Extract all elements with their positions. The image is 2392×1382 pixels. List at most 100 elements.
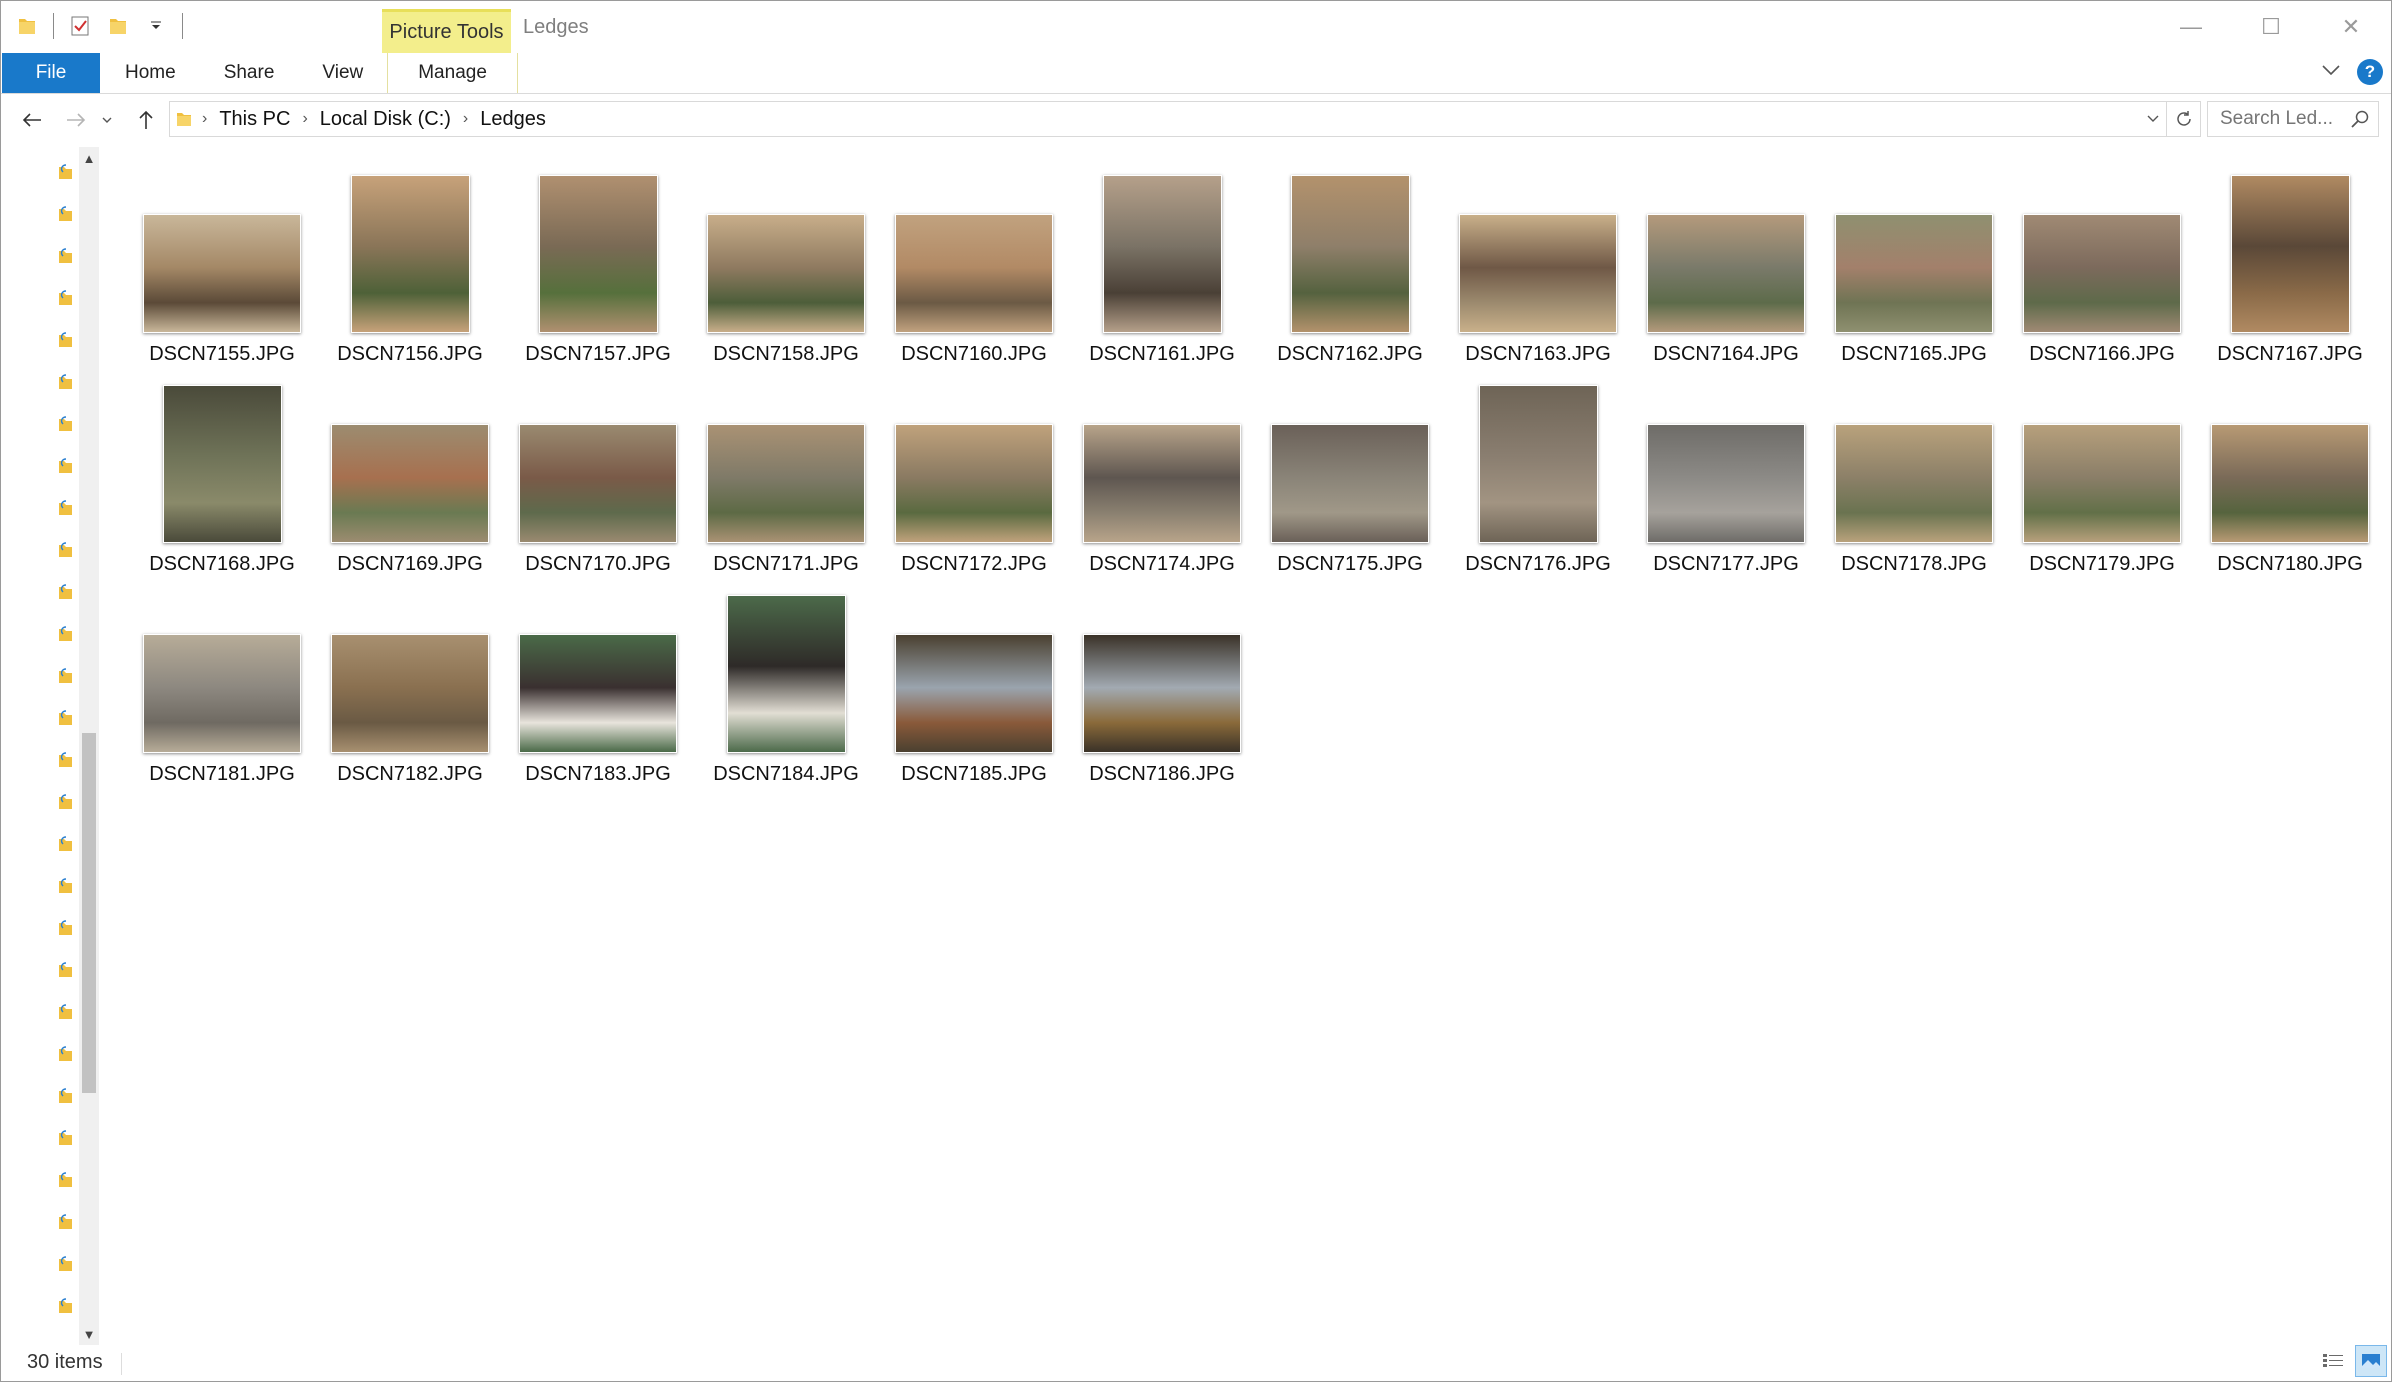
photo-thumbnail xyxy=(331,634,489,753)
file-item[interactable]: DSCN7186.JPG xyxy=(1077,581,1247,791)
file-item[interactable]: DSCN7156.JPG xyxy=(325,161,495,371)
folder-icon xyxy=(170,110,196,128)
file-item[interactable]: DSCN7183.JPG xyxy=(513,581,683,791)
file-item[interactable]: DSCN7172.JPG xyxy=(889,371,1059,581)
file-item[interactable]: DSCN7166.JPG xyxy=(2017,161,2187,371)
window-title: Ledges xyxy=(523,16,589,38)
file-item[interactable]: DSCN7161.JPG xyxy=(1077,161,1247,371)
properties-icon[interactable] xyxy=(68,14,92,38)
file-name: DSCN7157.JPG xyxy=(525,343,671,365)
large-icons-view-button[interactable] xyxy=(2355,1345,2387,1377)
quick-access-toolbar xyxy=(15,13,183,39)
up-button[interactable] xyxy=(129,103,163,137)
thumbnail-frame xyxy=(325,161,495,333)
picture-tools-context-label: Picture Tools xyxy=(382,9,511,53)
recent-locations-dropdown-icon[interactable] xyxy=(97,103,117,137)
breadcrumb-chevron-icon[interactable]: › xyxy=(296,110,313,128)
ribbon-tab-list: Home Share View Manage xyxy=(101,53,518,93)
ribbon-right-controls: ? xyxy=(2321,59,2383,85)
search-input[interactable] xyxy=(2218,107,2348,131)
thumbnail-frame xyxy=(1077,371,1247,543)
customize-toolbar-dropdown-icon[interactable] xyxy=(144,14,168,38)
breadcrumb-chevron-icon[interactable]: › xyxy=(196,110,213,128)
status-separator xyxy=(121,1353,122,1375)
thumbnail-frame xyxy=(2017,161,2187,333)
address-history-dropdown-icon[interactable] xyxy=(2140,102,2166,136)
file-item[interactable]: DSCN7174.JPG xyxy=(1077,371,1247,581)
file-item[interactable]: DSCN7164.JPG xyxy=(1641,161,1811,371)
photo-thumbnail xyxy=(1835,214,1993,333)
tab-file[interactable]: File xyxy=(2,53,100,93)
thumbnail-frame xyxy=(1265,161,1435,333)
photo-thumbnail xyxy=(895,424,1053,543)
photo-thumbnail xyxy=(1478,385,1598,543)
tab-home[interactable]: Home xyxy=(101,53,200,93)
file-item[interactable]: DSCN7168.JPG xyxy=(137,371,307,581)
file-item[interactable]: DSCN7157.JPG xyxy=(513,161,683,371)
file-item[interactable]: DSCN7158.JPG xyxy=(701,161,871,371)
file-item[interactable]: DSCN7160.JPG xyxy=(889,161,1059,371)
expand-ribbon-icon[interactable] xyxy=(2321,63,2341,81)
breadcrumb-local-disk[interactable]: Local Disk (C:) xyxy=(314,108,457,131)
file-item[interactable]: DSCN7180.JPG xyxy=(2205,371,2375,581)
address-bar[interactable]: › This PC › Local Disk (C:) › Ledges xyxy=(169,101,2167,137)
minimize-button[interactable]: — xyxy=(2151,1,2231,53)
refresh-button[interactable] xyxy=(2167,101,2201,137)
file-name: DSCN7179.JPG xyxy=(2029,553,2175,575)
forward-button[interactable] xyxy=(59,103,93,137)
breadcrumb-this-pc[interactable]: This PC xyxy=(213,108,296,131)
file-name: DSCN7180.JPG xyxy=(2217,553,2363,575)
photo-thumbnail xyxy=(1083,424,1241,543)
file-item[interactable]: DSCN7170.JPG xyxy=(513,371,683,581)
thumbnail-frame xyxy=(137,161,307,333)
file-item[interactable]: DSCN7177.JPG xyxy=(1641,371,1811,581)
file-item[interactable]: DSCN7163.JPG xyxy=(1453,161,1623,371)
search-icon[interactable] xyxy=(2350,109,2370,134)
tab-manage[interactable]: Manage xyxy=(387,53,518,93)
file-item[interactable]: DSCN7178.JPG xyxy=(1829,371,1999,581)
tab-view[interactable]: View xyxy=(298,53,387,93)
file-item[interactable]: DSCN7169.JPG xyxy=(325,371,495,581)
thumbnail-frame xyxy=(325,371,495,543)
file-item[interactable]: DSCN7184.JPG xyxy=(701,581,871,791)
file-item[interactable]: DSCN7165.JPG xyxy=(1829,161,1999,371)
help-icon[interactable]: ? xyxy=(2357,59,2383,85)
file-item[interactable]: DSCN7155.JPG xyxy=(137,161,307,371)
file-item[interactable]: DSCN7167.JPG xyxy=(2205,161,2375,371)
photo-thumbnail xyxy=(2023,424,2181,543)
breadcrumb-chevron-icon[interactable]: › xyxy=(457,110,474,128)
thumbnail-frame xyxy=(2017,371,2187,543)
file-item[interactable]: DSCN7175.JPG xyxy=(1265,371,1435,581)
file-name: DSCN7162.JPG xyxy=(1277,343,1423,365)
file-name: DSCN7175.JPG xyxy=(1277,553,1423,575)
back-button[interactable] xyxy=(15,103,49,137)
file-item[interactable]: DSCN7179.JPG xyxy=(2017,371,2187,581)
file-item[interactable]: DSCN7182.JPG xyxy=(325,581,495,791)
close-button[interactable]: ✕ xyxy=(2311,1,2391,53)
tab-share[interactable]: Share xyxy=(200,53,299,93)
file-item[interactable]: DSCN7176.JPG xyxy=(1453,371,1623,581)
details-view-button[interactable] xyxy=(2317,1345,2349,1377)
item-count: 30 items xyxy=(27,1351,103,1373)
view-switcher xyxy=(2317,1345,2387,1377)
new-folder-icon[interactable] xyxy=(106,14,130,38)
explorer-window: Picture Tools Ledges — ☐ ✕ File Home Sha… xyxy=(0,0,2392,1382)
maximize-button[interactable]: ☐ xyxy=(2231,1,2311,53)
breadcrumb-ledges[interactable]: Ledges xyxy=(474,108,552,131)
file-item[interactable]: DSCN7171.JPG xyxy=(701,371,871,581)
thumbnail-frame xyxy=(513,581,683,753)
thumbnail-frame xyxy=(701,371,871,543)
thumbnail-frame xyxy=(2205,161,2375,333)
search-box[interactable] xyxy=(2207,101,2379,137)
file-item[interactable]: DSCN7181.JPG xyxy=(137,581,307,791)
thumbnail-frame xyxy=(137,371,307,543)
file-item[interactable]: DSCN7162.JPG xyxy=(1265,161,1435,371)
file-name: DSCN7178.JPG xyxy=(1841,553,1987,575)
thumbnail-frame xyxy=(889,371,1059,543)
thumbnail-frame xyxy=(1829,371,1999,543)
file-item[interactable]: DSCN7185.JPG xyxy=(889,581,1059,791)
file-name: DSCN7183.JPG xyxy=(525,763,671,785)
file-name: DSCN7169.JPG xyxy=(337,553,483,575)
toolbar-separator xyxy=(53,13,54,39)
thumbnail-frame xyxy=(1641,371,1811,543)
